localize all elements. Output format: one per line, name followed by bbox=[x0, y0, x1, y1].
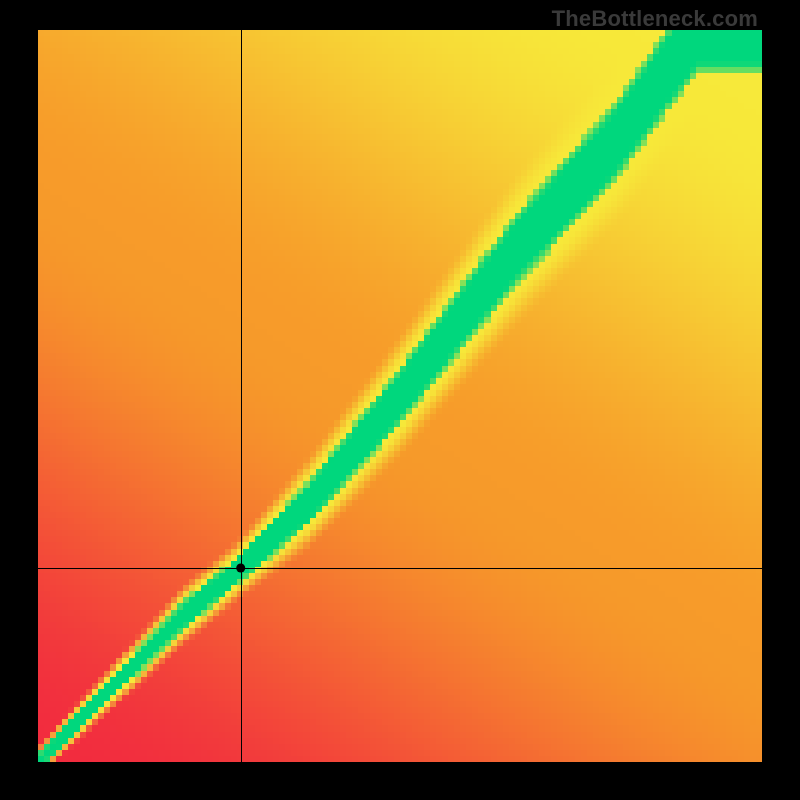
heatmap-plot bbox=[38, 30, 762, 762]
heatmap-canvas bbox=[38, 30, 762, 762]
watermark-text: TheBottleneck.com bbox=[552, 6, 758, 32]
chart-frame: TheBottleneck.com bbox=[0, 0, 800, 800]
